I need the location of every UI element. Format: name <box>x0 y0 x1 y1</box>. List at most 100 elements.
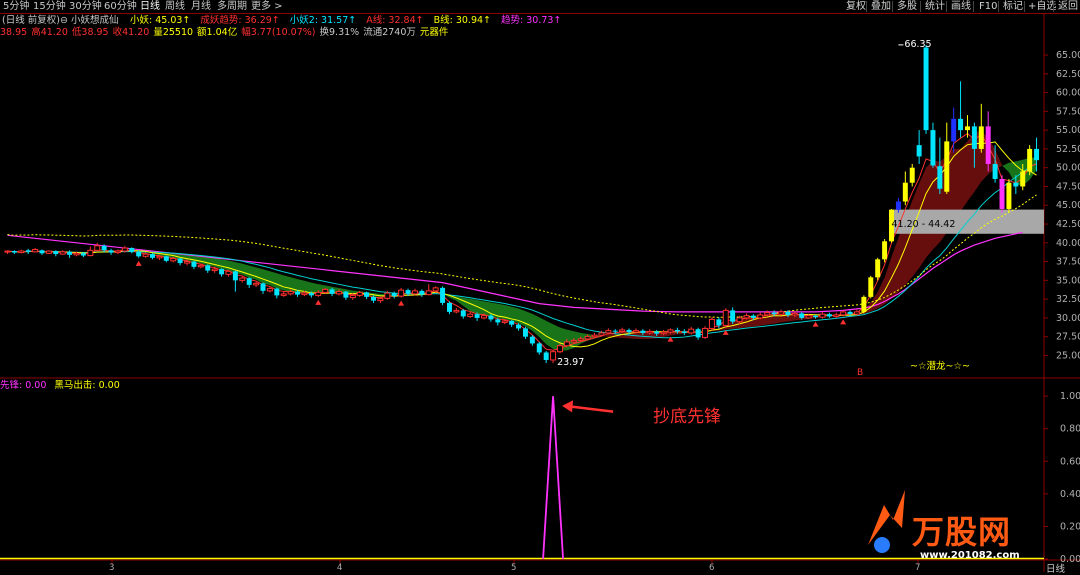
up-arrow-icon <box>136 261 142 266</box>
y-tick-label: 32.50 <box>1056 294 1080 305</box>
candle-body <box>295 292 300 295</box>
candle-body <box>564 342 569 346</box>
candle-body <box>198 265 203 267</box>
candle-body <box>827 314 832 316</box>
candle-body <box>440 288 445 303</box>
candle-body <box>302 293 307 295</box>
candle-body <box>875 259 880 277</box>
x-tick-label: 5 <box>511 563 516 572</box>
price-chart[interactable]: 65.0062.5060.0057.5055.0052.5050.0047.50… <box>0 0 1080 572</box>
annotation-arrow-head <box>562 400 573 412</box>
y-tick-label: 62.50 <box>1056 69 1080 80</box>
candle-body <box>868 277 873 297</box>
candle-body <box>765 313 770 315</box>
candle-body <box>392 293 397 296</box>
candle-body <box>585 337 590 339</box>
candle-body <box>544 352 549 360</box>
candle-body <box>779 312 784 314</box>
candle-body <box>1034 149 1039 160</box>
candle-body <box>261 283 266 291</box>
candle-body <box>164 256 169 261</box>
candle-body <box>606 331 611 333</box>
sub-y-tick-label: 0.40 <box>1060 489 1080 500</box>
candle-body <box>254 283 259 285</box>
y-tick-label: 50.00 <box>1056 163 1080 174</box>
y-tick-label: 47.50 <box>1056 181 1080 192</box>
candle-body <box>537 343 542 352</box>
candle-body <box>185 262 190 264</box>
candle-body <box>136 252 141 257</box>
x-tick-label: 4 <box>337 563 342 572</box>
candle-body <box>1027 149 1032 172</box>
candle-body <box>143 254 148 256</box>
logo-icon <box>868 490 905 545</box>
candle-body <box>737 318 742 322</box>
y-tick-label: 57.50 <box>1056 106 1080 117</box>
candle-body <box>937 166 942 189</box>
candle-body <box>171 259 176 261</box>
candle-body <box>668 330 673 332</box>
candle-body <box>247 278 252 285</box>
candle-body <box>60 252 65 254</box>
bottom-fish-label: 抄底先锋 <box>653 402 721 427</box>
up-arrow-icon <box>315 300 321 305</box>
candle-body <box>102 246 107 251</box>
sub-y-tick-label: 0.80 <box>1060 424 1080 435</box>
candle-body <box>81 253 86 255</box>
bottom-period-tab[interactable]: 日线 <box>1046 561 1065 575</box>
candle-body <box>115 251 120 253</box>
buy-marker: B <box>857 368 863 378</box>
candle-body <box>924 48 929 131</box>
candle-body <box>523 328 528 336</box>
y-tick-label: 45.00 <box>1056 200 1080 211</box>
candle-body <box>468 314 473 316</box>
candle-body <box>613 331 618 332</box>
candle-body <box>502 321 507 323</box>
candle-body <box>233 271 238 280</box>
signal-label-qianlong: ~☆潜龙~☆~ <box>910 358 970 372</box>
candle-body <box>654 331 659 333</box>
candle-body <box>972 126 977 149</box>
candle-body <box>772 313 777 315</box>
sub-y-tick-label: 0.20 <box>1060 521 1080 532</box>
candle-body <box>1013 183 1018 187</box>
candle-body <box>412 291 417 294</box>
candle-body <box>716 319 721 325</box>
y-tick-label: 37.50 <box>1056 257 1080 268</box>
candle-body <box>792 313 797 315</box>
candle-body <box>571 340 576 342</box>
x-tick-label: 7 <box>915 563 920 572</box>
watermark-title: 万股网 <box>912 507 1011 553</box>
candle-body <box>74 253 79 255</box>
candle-body <box>917 145 922 156</box>
candle-body <box>122 248 127 251</box>
candle-body <box>226 271 231 274</box>
candle-body <box>482 316 487 318</box>
candle-body <box>647 331 652 333</box>
candle-body <box>109 250 114 252</box>
candle-body <box>703 328 708 337</box>
candle-body <box>730 310 735 321</box>
candle-body <box>157 256 162 258</box>
candle-body <box>509 321 514 325</box>
candle-body <box>178 259 183 264</box>
candle-body <box>426 291 431 295</box>
sub-y-tick-label: 0.60 <box>1060 456 1080 467</box>
candle-body <box>993 164 998 179</box>
candle-body <box>488 316 493 320</box>
candle-body <box>88 250 93 255</box>
y-tick-label: 65.00 <box>1056 50 1080 61</box>
candle-body <box>433 288 438 291</box>
candle-body <box>150 254 155 258</box>
candle-body <box>903 183 908 202</box>
candle-body <box>240 278 245 280</box>
candle-body <box>723 310 728 325</box>
candle-body <box>551 352 556 360</box>
candle-body <box>495 319 500 322</box>
candle-body <box>785 312 790 315</box>
candle-body <box>5 251 10 252</box>
y-tick-label: 35.00 <box>1056 275 1080 286</box>
candle-body <box>951 119 956 142</box>
candle-body <box>399 290 404 296</box>
y-tick-label: 55.00 <box>1056 125 1080 136</box>
